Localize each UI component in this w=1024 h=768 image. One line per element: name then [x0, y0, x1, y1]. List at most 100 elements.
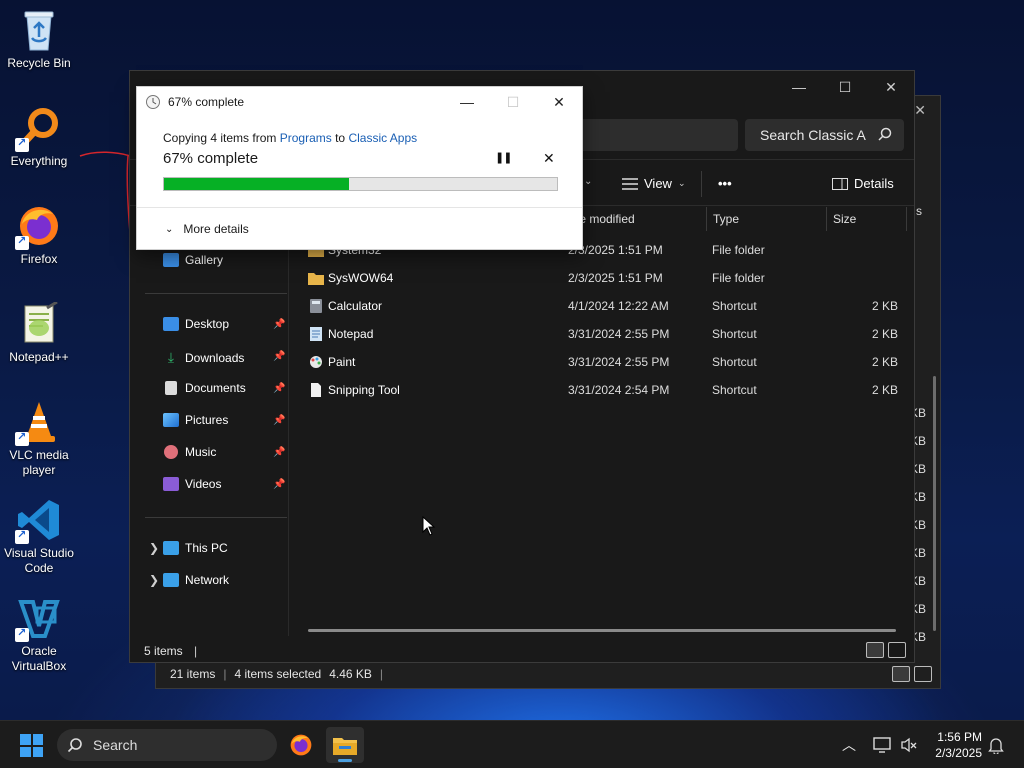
nav-item-desktop[interactable]: Desktop — [163, 317, 229, 331]
destination-link[interactable]: Classic Apps — [348, 131, 417, 145]
taskbar-search[interactable]: Search — [57, 729, 277, 761]
notifications-button[interactable] — [988, 721, 1004, 768]
status-divider: | — [223, 667, 227, 681]
paint-icon — [310, 356, 322, 368]
pin-icon[interactable]: 📌 — [273, 479, 285, 490]
status-divider: | — [379, 667, 384, 681]
search-icon — [878, 127, 892, 141]
file-type: Shortcut — [712, 355, 757, 369]
column-type[interactable]: Type — [713, 212, 739, 226]
details-label: Details — [854, 176, 894, 191]
nav-label: Music — [185, 445, 217, 459]
desktop-icon-everything[interactable]: Everything — [0, 106, 78, 169]
nav-item-network[interactable]: Network — [163, 573, 229, 587]
file-name: Calculator — [328, 299, 383, 313]
to-word: to — [335, 131, 346, 145]
details-pane-button[interactable]: Details — [832, 176, 894, 191]
file-row[interactable]: Paint 3/31/2024 2:55 PM Shortcut 2 KB — [308, 348, 908, 376]
nav-label: This PC — [185, 541, 228, 555]
vscode-icon — [15, 498, 61, 544]
desktop-icon-vscode[interactable]: Visual Studio Code — [0, 498, 78, 576]
view-toggle — [866, 642, 906, 658]
calculator-icon — [310, 299, 322, 313]
desktop-icon-label: Firefox — [20, 252, 58, 266]
file-row[interactable]: SysWOW64 2/3/2025 1:51 PM File folder — [308, 264, 908, 292]
column-size[interactable]: Size — [833, 212, 856, 226]
minimize-icon[interactable]: — — [776, 71, 822, 103]
firefox-icon — [290, 734, 312, 756]
vertical-scrollbar[interactable] — [933, 376, 936, 631]
column-header-fragment: s — [916, 204, 922, 218]
shortcut-arrow-icon — [15, 430, 29, 446]
copy-description: Copying 4 items from Programs to Classic… — [163, 131, 417, 145]
pin-icon[interactable]: 📌 — [273, 351, 285, 362]
file-name: Notepad — [328, 327, 374, 341]
download-arrow-icon: ⤓ — [167, 349, 175, 365]
minimize-icon[interactable]: — — [444, 87, 490, 117]
pictures-icon — [163, 413, 179, 427]
nav-item-videos[interactable]: Videos — [163, 477, 221, 491]
source-link[interactable]: Programs — [280, 131, 332, 145]
chevron-down-icon[interactable]: ⌄ — [584, 176, 592, 187]
taskbar-file-explorer[interactable] — [326, 727, 364, 763]
pin-icon[interactable]: 📌 — [273, 447, 285, 458]
taskbar-firefox[interactable] — [282, 727, 320, 763]
nav-item-gallery[interactable]: Gallery — [163, 253, 223, 267]
details-view-button[interactable] — [866, 642, 884, 658]
file-date: 3/31/2024 2:55 PM — [568, 327, 670, 341]
desktop-icon-label: Everything — [10, 154, 68, 168]
desktop-icon-virtualbox[interactable]: Oracle VirtualBox — [0, 596, 78, 674]
windows-logo-tile — [32, 746, 43, 757]
start-button[interactable] — [20, 734, 43, 757]
progress-fill — [164, 178, 349, 190]
file-row[interactable]: Snipping Tool 3/31/2024 2:54 PM Shortcut… — [308, 376, 908, 404]
pin-icon[interactable]: 📌 — [273, 319, 285, 330]
snipping-tool-icon — [311, 383, 321, 397]
volume-muted-icon[interactable] — [900, 721, 918, 768]
nav-item-music[interactable]: Music — [163, 445, 216, 459]
nav-item-downloads[interactable]: ⤓ Downloads — [163, 349, 244, 366]
copy-progress-dialog[interactable]: 67% complete — ☐ ✕ Copying 4 items from … — [136, 86, 583, 250]
column-date-modified[interactable]: te modified — [576, 212, 635, 226]
tiles-view-button[interactable] — [888, 642, 906, 658]
desktop-icon-vlc[interactable]: VLC media player — [0, 400, 78, 478]
nav-label: Documents — [185, 381, 246, 395]
file-name: Paint — [328, 355, 356, 369]
file-row[interactable]: Calculator 4/1/2024 12:22 AM Shortcut 2 … — [308, 292, 908, 320]
desktop-icon-recycle-bin[interactable]: Recycle Bin — [0, 8, 78, 71]
show-hidden-icons-button[interactable]: ︿ — [842, 721, 856, 768]
desktop-folder-icon — [163, 317, 179, 331]
view-menu-button[interactable]: View ⌄ — [622, 176, 686, 191]
pause-button[interactable]: ❚❚ — [495, 151, 512, 164]
tiles-view-button[interactable] — [914, 666, 932, 682]
close-icon[interactable]: ✕ — [914, 102, 926, 119]
nav-item-this-pc[interactable]: This PC — [163, 541, 228, 555]
file-row[interactable]: Notepad 3/31/2024 2:55 PM Shortcut 2 KB — [308, 320, 908, 348]
search-input[interactable]: Search Classic A — [745, 119, 904, 151]
cancel-copy-button[interactable]: ✕ — [543, 150, 555, 167]
taskbar: Search ︿ 1:56 PM 2/3/2025 — [0, 720, 1024, 768]
nav-item-documents[interactable]: Documents — [163, 381, 246, 395]
expand-chevron-icon[interactable]: ❯ — [149, 573, 159, 587]
details-view-button[interactable] — [892, 666, 910, 682]
pin-icon[interactable]: 📌 — [273, 415, 285, 426]
close-icon[interactable]: ✕ — [536, 87, 582, 117]
maximize-icon[interactable]: ☐ — [822, 71, 868, 103]
close-icon[interactable]: ✕ — [868, 71, 914, 103]
status-divider: | — [194, 644, 198, 658]
more-details-button[interactable]: ⌄ More details — [165, 222, 249, 236]
status-bar: 5 items | — [144, 644, 197, 658]
nav-item-pictures[interactable]: Pictures — [163, 413, 228, 427]
horizontal-scrollbar[interactable] — [308, 629, 896, 632]
address-bar[interactable] — [570, 119, 738, 151]
expand-chevron-icon[interactable]: ❯ — [149, 541, 159, 555]
network-status-icon[interactable] — [873, 721, 891, 768]
desktop-icon-firefox[interactable]: Firefox — [0, 204, 78, 267]
gallery-icon — [163, 253, 179, 267]
desktop-icon-label: Notepad++ — [9, 350, 69, 364]
system-clock[interactable]: 1:56 PM 2/3/2025 — [920, 729, 982, 761]
file-type: Shortcut — [712, 383, 757, 397]
pin-icon[interactable]: 📌 — [273, 383, 285, 394]
desktop-icon-notepadpp[interactable]: Notepad++ — [0, 300, 78, 365]
more-options-button[interactable]: ••• — [718, 176, 732, 191]
